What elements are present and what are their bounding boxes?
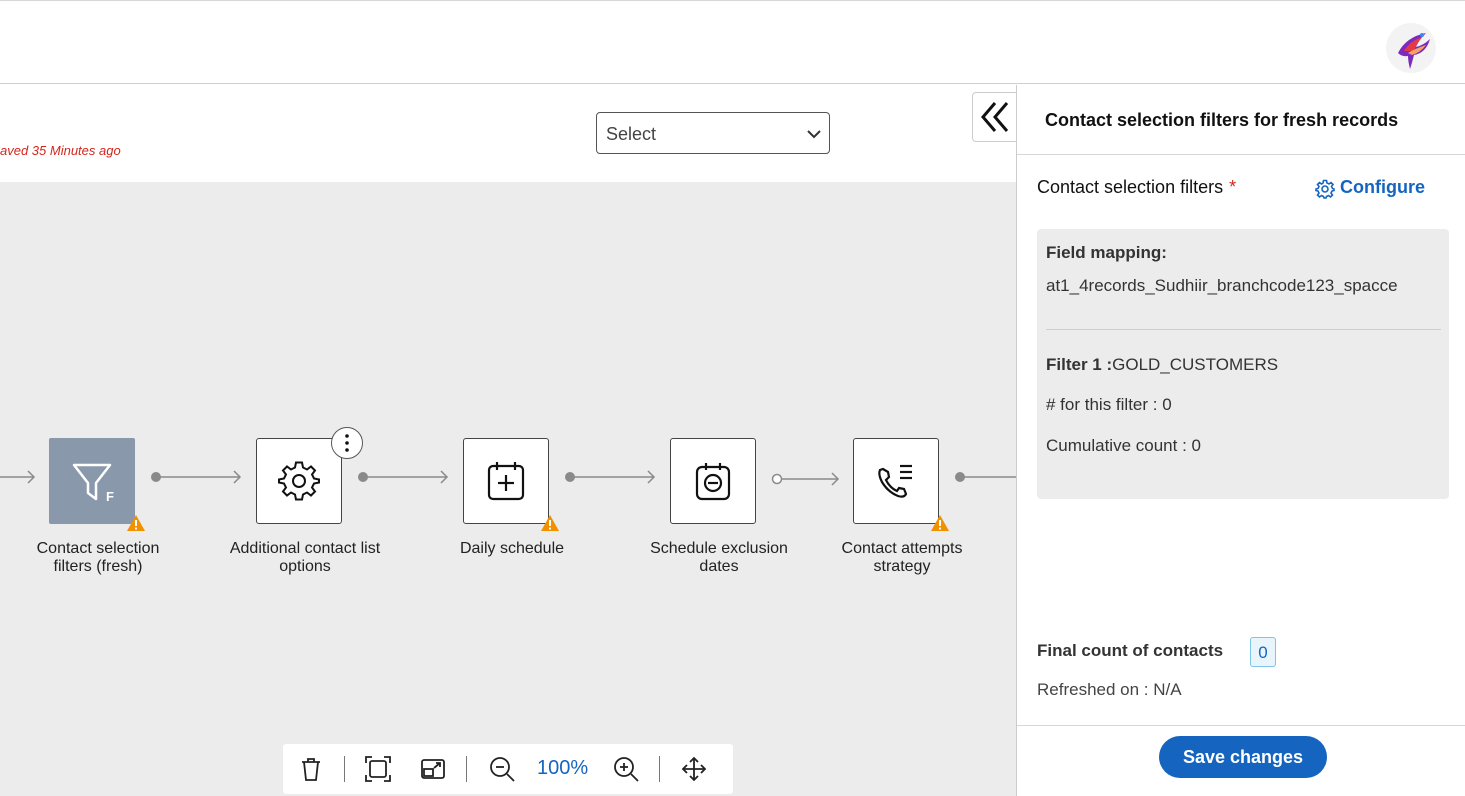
filter-label: Filter 1 :	[1046, 355, 1113, 374]
collapse-panel-button[interactable]	[972, 92, 1018, 142]
gear-icon	[1315, 179, 1335, 199]
panel-title: Contact selection filters for fresh reco…	[1045, 110, 1399, 130]
filter-value: GOLD_CUSTOMERS	[1112, 355, 1279, 374]
flow-node-additional-contact-list-options[interactable]	[256, 438, 342, 524]
bird-logo-icon	[1398, 33, 1430, 69]
csf-label-text: Contact selection filters	[1037, 177, 1224, 197]
divider	[1017, 154, 1465, 155]
warning-icon	[127, 515, 145, 531]
cumulative-count: Cumulative count : 0	[1046, 436, 1201, 455]
toolbar-divider	[466, 756, 467, 782]
flow-canvas[interactable]: F Contact selection filters (fresh) Addi…	[0, 182, 1016, 796]
phone-list-icon	[878, 464, 912, 498]
filter-count: # for this filter : 0	[1046, 395, 1172, 414]
filter-row: Filter 1 :GOLD_CUSTOMERS	[1046, 355, 1278, 375]
node-label: Additional contact list options	[229, 540, 381, 575]
node-label: Contact selection filters (fresh)	[36, 540, 160, 575]
filter-summary-card: Field mapping: at1_4records_Sudhiir_bran…	[1037, 229, 1449, 499]
flow-node-contact-selection-filters[interactable]: F	[49, 438, 135, 524]
zoom-in-icon[interactable]	[613, 756, 639, 782]
filter-badge: F	[106, 489, 114, 504]
calendar-plus-icon	[487, 462, 525, 501]
configure-label: Configure	[1340, 177, 1425, 197]
final-count-label: Final count of contacts	[1037, 641, 1224, 660]
required-mark: *	[1229, 177, 1237, 197]
trash-icon[interactable]	[299, 756, 323, 782]
field-mapping-label: Field mapping:	[1046, 243, 1167, 262]
node-label: Schedule exclusion dates	[650, 540, 788, 575]
gear-icon	[278, 461, 320, 501]
save-changes-button[interactable]: Save changes	[1159, 736, 1327, 778]
properties-panel: Contact selection filters for fresh reco…	[1016, 85, 1465, 796]
user-avatar[interactable]	[1386, 23, 1436, 73]
double-chevron-left-icon	[981, 102, 1009, 132]
select-value: Select	[606, 124, 657, 144]
divider	[1046, 329, 1441, 330]
canvas-toolbar: 100%	[283, 744, 733, 794]
contact-selection-filters-label: Contact selection filters *	[1037, 177, 1236, 198]
chevron-down-icon	[805, 125, 823, 148]
toolbar-divider	[344, 756, 345, 782]
flow-node-schedule-exclusion-dates[interactable]	[670, 438, 756, 524]
top-bar	[0, 0, 1465, 84]
flow-node-daily-schedule[interactable]	[463, 438, 549, 524]
warning-icon	[931, 515, 949, 531]
calendar-minus-icon	[695, 463, 731, 501]
warning-icon	[541, 515, 559, 531]
divider	[1017, 725, 1465, 726]
node-label: Daily schedule	[459, 540, 565, 557]
flow-node-contact-attempts-strategy[interactable]	[853, 438, 939, 524]
move-icon[interactable]	[681, 756, 707, 782]
node-menu-button[interactable]	[331, 427, 363, 459]
final-count-badge: 0	[1250, 637, 1276, 667]
zoom-level: 100%	[537, 757, 589, 779]
fit-screen-icon[interactable]	[365, 756, 391, 782]
canvas-header	[0, 85, 1016, 182]
select-dropdown[interactable]: Select	[596, 112, 830, 154]
zoom-out-icon[interactable]	[489, 756, 515, 782]
refreshed-on: Refreshed on : N/A	[1037, 680, 1182, 699]
kebab-menu-icon	[345, 434, 349, 452]
node-label: Contact attempts strategy	[841, 540, 963, 575]
toolbar-divider	[659, 756, 660, 782]
field-mapping-value: at1_4records_Sudhiir_branchcode123_spacc…	[1046, 276, 1398, 295]
saved-status: aved 35 Minutes ago	[0, 143, 121, 158]
resize-icon[interactable]	[420, 756, 446, 782]
